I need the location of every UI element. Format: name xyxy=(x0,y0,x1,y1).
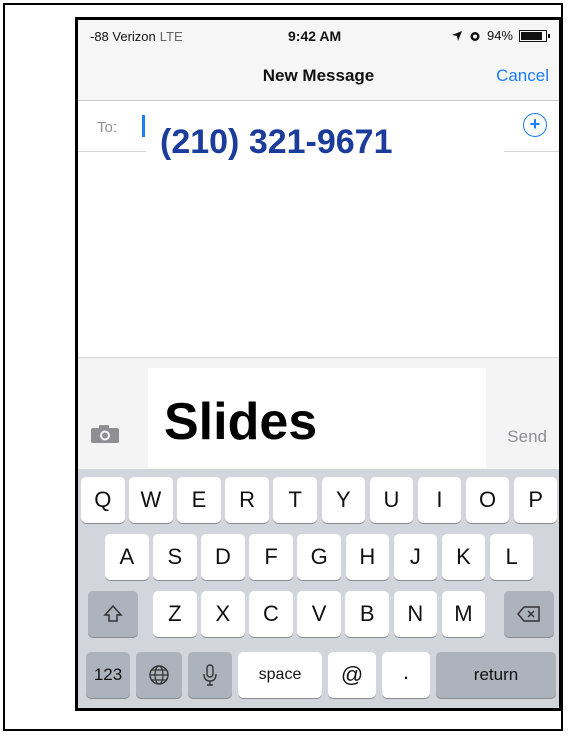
key-o[interactable]: O xyxy=(465,477,510,523)
period-key[interactable]: . xyxy=(382,652,430,698)
key-k[interactable]: K xyxy=(441,534,486,580)
location-arrow-icon xyxy=(451,30,462,41)
key-i[interactable]: I xyxy=(417,477,462,523)
key-q[interactable]: Q xyxy=(81,477,125,523)
to-label: To: xyxy=(97,119,118,136)
battery-percent: 94% xyxy=(486,28,513,43)
microphone-key[interactable] xyxy=(188,652,232,698)
shift-key[interactable] xyxy=(88,591,138,637)
key-w[interactable]: W xyxy=(129,477,173,523)
key-x[interactable]: X xyxy=(201,591,245,637)
key-f[interactable]: F xyxy=(249,534,293,580)
return-key[interactable]: return xyxy=(436,652,556,698)
text-cursor xyxy=(142,115,145,137)
key-c[interactable]: C xyxy=(249,591,293,637)
space-key[interactable]: space xyxy=(238,652,322,698)
key-n[interactable]: N xyxy=(393,591,438,637)
phone-screen: -88 Verizon LTE 9:42 AM 94% New Message C… xyxy=(75,17,562,711)
camera-icon[interactable] xyxy=(90,424,120,444)
carrier: -88 Verizon LTE xyxy=(90,29,183,44)
key-s[interactable]: S xyxy=(153,534,197,580)
backspace-key[interactable] xyxy=(504,591,554,637)
key-l[interactable]: L xyxy=(489,534,534,580)
recipient-number: (210) 321-9671 xyxy=(146,113,504,181)
globe-key[interactable] xyxy=(136,652,182,698)
key-g[interactable]: G xyxy=(297,534,341,580)
page-title: New Message xyxy=(262,66,375,85)
key-b[interactable]: B xyxy=(345,591,389,637)
key-u[interactable]: U xyxy=(369,477,414,523)
microphone-icon xyxy=(203,664,217,686)
cancel-button[interactable]: Cancel xyxy=(496,66,549,86)
key-e[interactable]: E xyxy=(177,477,221,523)
status-right: 94% xyxy=(451,28,550,43)
at-key[interactable]: @ xyxy=(328,652,376,698)
shift-icon xyxy=(103,604,123,622)
key-h[interactable]: H xyxy=(345,534,390,580)
key-z[interactable]: Z xyxy=(153,591,197,637)
carrier-name: -88 Verizon xyxy=(90,29,156,44)
key-j[interactable]: J xyxy=(393,534,438,580)
battery-icon xyxy=(519,29,550,42)
key-p[interactable]: P xyxy=(513,477,558,523)
add-contact-icon[interactable]: + xyxy=(523,113,547,137)
status-bar: -88 Verizon LTE 9:42 AM 94% xyxy=(78,20,559,54)
key-a[interactable]: A xyxy=(105,534,149,580)
send-button[interactable]: Send xyxy=(507,427,547,447)
key-t[interactable]: T xyxy=(273,477,317,523)
keyboard: 123 space @ . return QWERTYUIOP ASDFGHJKL… xyxy=(78,469,559,708)
key-v[interactable]: V xyxy=(297,591,341,637)
alarm-icon xyxy=(470,31,480,41)
status-time: 9:42 AM xyxy=(288,28,342,44)
message-input[interactable]: Slides xyxy=(148,368,486,468)
backspace-icon xyxy=(517,606,540,622)
key-y[interactable]: Y xyxy=(321,477,366,523)
globe-icon xyxy=(149,665,169,685)
key-d[interactable]: D xyxy=(201,534,245,580)
nav-bar: New Message Cancel xyxy=(78,54,559,101)
key-r[interactable]: R xyxy=(225,477,269,523)
network-type: LTE xyxy=(159,29,183,44)
numbers-key[interactable]: 123 xyxy=(86,652,130,698)
key-m[interactable]: M xyxy=(441,591,486,637)
